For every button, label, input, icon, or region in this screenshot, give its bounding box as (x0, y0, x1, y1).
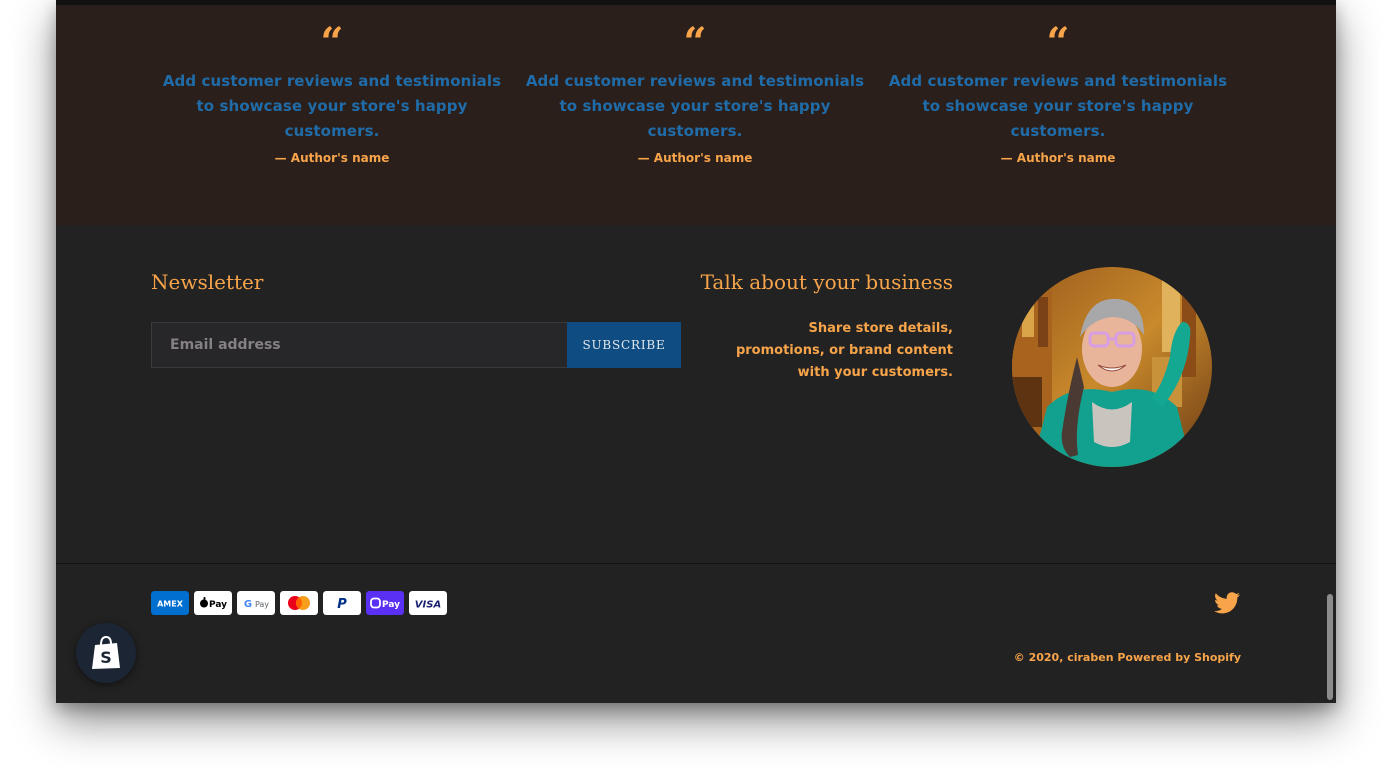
subscribe-button[interactable]: SUBSCRIBE (567, 322, 681, 368)
powered-by-shopify-link[interactable]: Powered by Shopify (1117, 651, 1241, 664)
testimonial-text: Add customer reviews and testimonials to… (888, 72, 1228, 140)
svg-text:G: G (244, 599, 252, 610)
footer-divider (56, 563, 1336, 564)
quote-icon: “ (683, 23, 707, 53)
business-text: Share store details, promotions, or bran… (735, 321, 953, 380)
quote-icon: “ (320, 23, 344, 53)
shop-pay-icon: Pay (366, 591, 404, 615)
scrollbar-thumb[interactable] (1327, 594, 1333, 700)
svg-text:Pay: Pay (255, 600, 269, 609)
paypal-icon: P (323, 591, 361, 615)
amex-icon: AMEX (151, 591, 189, 615)
storefront-window: “ Add customer reviews and testimonials … (56, 0, 1336, 703)
testimonial-author: — Author's name (274, 151, 390, 165)
shopify-bag-icon: S (92, 635, 120, 669)
testimonial-text: Add customer reviews and testimonials to… (525, 72, 865, 140)
google-pay-icon: G Pay (237, 591, 275, 615)
svg-text:Pay: Pay (209, 600, 227, 610)
newsletter-title: Newsletter (151, 270, 264, 294)
testimonials-section: “ Add customer reviews and testimonials … (56, 5, 1336, 225)
email-input[interactable] (151, 322, 567, 368)
shopify-badge[interactable]: S (76, 623, 136, 683)
testimonial-author: — Author's name (637, 151, 753, 165)
avatar-image (1012, 267, 1212, 467)
testimonial-author: — Author's name (1000, 151, 1116, 165)
copyright: © 2020, ciraben Powered by Shopify (1014, 650, 1241, 665)
svg-text:VISA: VISA (415, 600, 441, 611)
store-link[interactable]: © 2020, ciraben (1014, 651, 1114, 664)
payment-icons: AMEX Pay G Pay P Pay VISA (151, 591, 447, 616)
twitter-icon[interactable] (1214, 592, 1240, 614)
visa-icon: VISA (409, 591, 447, 615)
portrait-illustration (1012, 267, 1212, 467)
mastercard-icon (280, 591, 318, 615)
svg-text:AMEX: AMEX (157, 600, 184, 609)
business-title: Talk about your business (700, 270, 953, 294)
apple-pay-icon: Pay (194, 591, 232, 615)
testimonial-text: Add customer reviews and testimonials to… (162, 72, 502, 140)
svg-text:S: S (100, 648, 112, 667)
svg-text:P: P (337, 597, 347, 612)
svg-text:Pay: Pay (382, 600, 400, 610)
newsletter-form: SUBSCRIBE (151, 322, 681, 368)
quote-icon: “ (1046, 23, 1070, 53)
